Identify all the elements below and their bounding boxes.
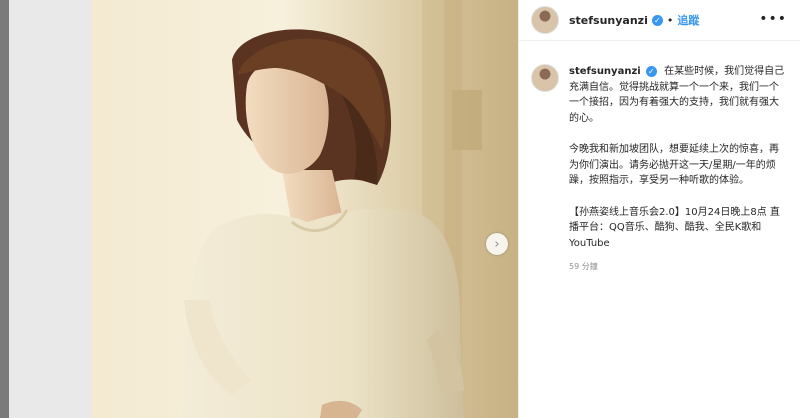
follow-button[interactable]: 追蹤 xyxy=(677,12,699,28)
avatar[interactable] xyxy=(531,6,559,34)
next-photo-button[interactable]: › xyxy=(486,233,508,255)
portrait-illustration xyxy=(92,0,518,418)
header-username[interactable]: stefsunyanzi xyxy=(569,14,648,27)
post-side-panel: stefsunyanzi ✓ • 追蹤 ••• stefsunyanzi ✓ 在… xyxy=(518,0,800,418)
chevron-right-icon: › xyxy=(494,236,500,252)
caption-verified-badge-icon: ✓ xyxy=(645,66,657,77)
caption-paragraph-3: 【孙燕姿线上音乐会2.0】10月24日晚上8点 直播平台：QQ音乐、酷狗、酷我、… xyxy=(569,206,780,249)
caption-username[interactable]: stefsunyanzi xyxy=(569,66,641,77)
more-horizontal-icon[interactable]: ••• xyxy=(759,12,787,26)
verified-badge-icon: ✓ xyxy=(651,14,663,26)
caption-avatar[interactable] xyxy=(531,64,559,92)
separator-dot: • xyxy=(666,13,674,27)
post-header: stefsunyanzi ✓ • 追蹤 ••• xyxy=(519,0,800,41)
post-photo[interactable] xyxy=(92,0,518,418)
caption-paragraph-2: 今晚我和新加坡团队，想要延续上次的惊喜，再为你们演出。请务必抛开这一天/星期/一… xyxy=(569,144,779,186)
caption-text: stefsunyanzi ✓ 在某些时候，我们觉得自己充满自信。觉得挑战就算一个… xyxy=(569,64,785,275)
post-timestamp[interactable]: 59 分鐘 xyxy=(569,259,785,275)
caption-paragraph-1: stefsunyanzi ✓ 在某些时候，我们觉得自己充满自信。觉得挑战就算一个… xyxy=(569,64,785,126)
post-caption: stefsunyanzi ✓ 在某些时候，我们觉得自己充满自信。觉得挑战就算一个… xyxy=(531,64,793,275)
background-page-edge xyxy=(0,0,9,418)
